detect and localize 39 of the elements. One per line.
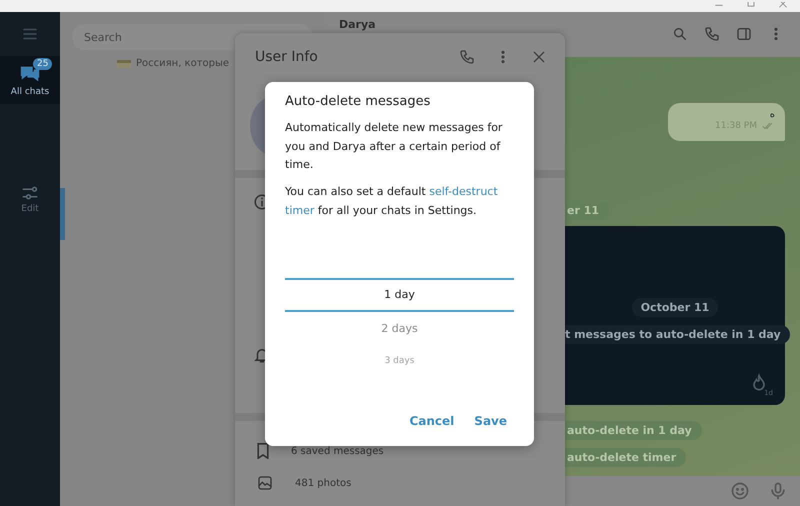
service-message: t messages to auto-delete in 1 day: [565, 325, 790, 344]
timer-option[interactable]: 3 days: [285, 344, 514, 378]
date-label: October 11: [632, 298, 718, 317]
double-check-icon: [761, 120, 775, 132]
settings-link[interactable]: timer: [285, 204, 314, 217]
dialog-title: Auto-delete messages: [285, 94, 432, 109]
service-message: auto-delete in 1 day: [565, 421, 702, 440]
flag-icon: [117, 60, 131, 68]
timer-option[interactable]: 2 days: [285, 312, 514, 344]
dialog-note: for all your chats in Settings.: [316, 204, 477, 217]
info-row-text: 6 saved messages: [291, 446, 384, 456]
image-icon: [257, 475, 273, 491]
panel-title: User Info: [255, 49, 319, 65]
timer-option[interactable]: 1 day: [285, 278, 514, 312]
cancel-button[interactable]: Cancel: [402, 410, 462, 432]
save-button[interactable]: Save: [467, 410, 514, 432]
folder-label: All chats: [10, 87, 50, 97]
sidebar-icon[interactable]: [736, 26, 752, 42]
close-icon[interactable]: [531, 49, 547, 65]
search-icon[interactable]: [672, 26, 688, 42]
folder-tab[interactable]: 25 All chats: [0, 56, 60, 104]
emoji-icon[interactable]: [730, 481, 750, 501]
info-row-text: 481 photos: [295, 478, 352, 488]
service-message: auto-delete timer: [565, 448, 686, 467]
folder-tab[interactable]: Edit: [0, 184, 60, 214]
unread-count: 25: [33, 58, 52, 70]
selection-indicator: [60, 188, 65, 240]
message-text: ه: [770, 109, 775, 120]
dialog-note: You can also set a default: [285, 185, 427, 198]
phone-icon[interactable]: [459, 49, 475, 65]
sliders-icon: [21, 184, 39, 202]
chat-title: Darya: [339, 18, 376, 31]
chat-preview: Россиян, которые: [136, 58, 230, 69]
bookmark-icon: [257, 443, 269, 459]
date-label: er 11: [565, 201, 610, 220]
phone-icon[interactable]: [704, 26, 720, 42]
dialog-text: Automatically delete new messages for you and Darya after a certain period of time.: [285, 120, 504, 173]
folder-label: Edit: [21, 204, 39, 214]
settings-link[interactable]: self-destruct: [429, 185, 498, 198]
